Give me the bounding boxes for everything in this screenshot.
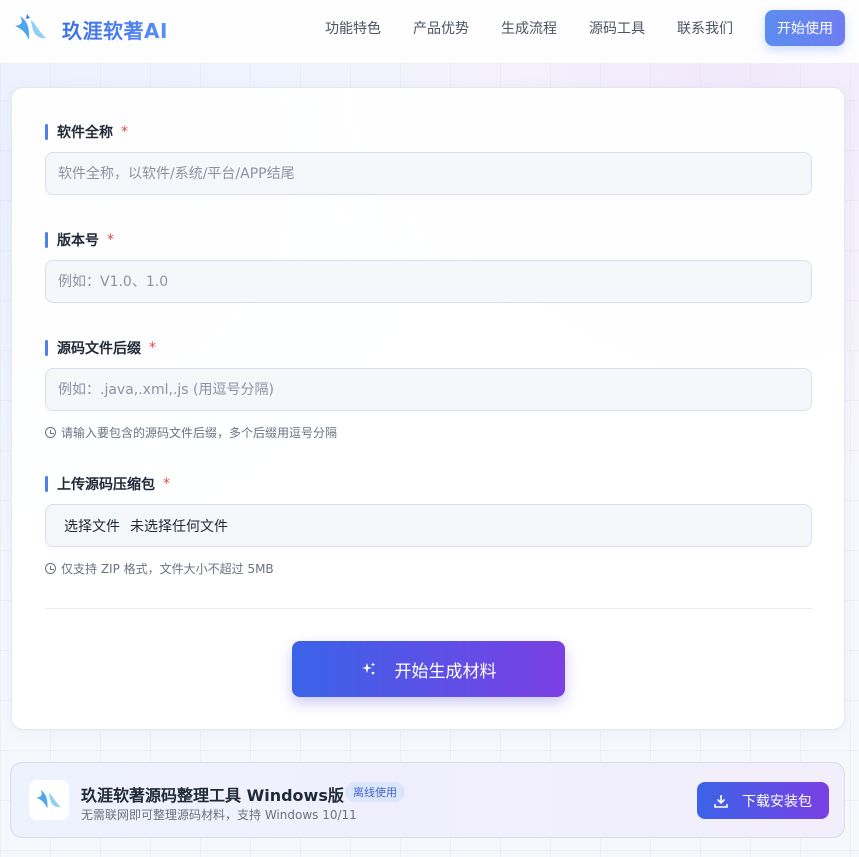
sparkle-icon [361, 662, 375, 675]
suffix-label-text: 源码文件后缀 [57, 341, 141, 357]
file-status: 未选择任何文件 [130, 518, 228, 535]
version-label: 版本号 * [45, 230, 114, 250]
nav-source-tool[interactable]: 源码工具 [589, 18, 645, 38]
generate-button-label: 开始生成材料 [394, 661, 497, 682]
suffix-input[interactable] [45, 368, 812, 411]
download-banner: 玖涯软著源码整理工具 Windows版 离线使用 无需联网即可整理源码材料，支持… [10, 762, 845, 838]
software-name-input[interactable] [45, 152, 812, 195]
upload-label: 上传源码压缩包 * [45, 474, 170, 494]
download-button-label: 下载安装包 [742, 793, 812, 810]
version-input[interactable] [45, 260, 812, 303]
download-icon [714, 794, 728, 808]
generate-button[interactable]: 开始生成材料 [292, 641, 565, 697]
offline-badge: 离线使用 [345, 782, 405, 802]
label-accent-bar [45, 232, 48, 248]
logo-icon [15, 14, 46, 40]
upload-label-text: 上传源码压缩包 [57, 477, 155, 493]
nav-process[interactable]: 生成流程 [501, 18, 557, 38]
software-name-label: 软件全称 * [45, 122, 128, 142]
app-logo [29, 780, 69, 820]
file-upload-input[interactable]: 选择文件 未选择任何文件 [45, 504, 812, 547]
required-mark: * [107, 232, 114, 248]
nav-contact[interactable]: 联系我们 [677, 18, 733, 38]
start-button[interactable]: 开始使用 [765, 10, 845, 46]
label-accent-bar [45, 340, 48, 356]
logo[interactable]: 玖涯软著AI [12, 10, 168, 48]
upload-hint-text: 仅支持 ZIP 格式，文件大小不超过 5MB [61, 562, 274, 576]
required-mark: * [121, 124, 128, 140]
clock-icon [45, 563, 56, 574]
clock-icon [45, 427, 56, 438]
required-mark: * [163, 476, 170, 492]
download-title: 玖涯软著源码整理工具 Windows版 [81, 786, 344, 805]
choose-file-button[interactable]: 选择文件 [64, 516, 120, 536]
brand-name: 玖涯软著AI [62, 15, 168, 44]
suffix-hint: 请输入要包含的源码文件后缀，多个后缀用逗号分隔 [45, 424, 337, 441]
download-button[interactable]: 下载安装包 [697, 782, 829, 819]
software-name-label-text: 软件全称 [57, 125, 113, 141]
nav-features[interactable]: 功能特色 [325, 18, 381, 38]
label-accent-bar [45, 476, 48, 492]
divider [45, 608, 812, 609]
download-subtitle: 无需联网即可整理源码材料，支持 Windows 10/11 [81, 808, 357, 822]
logo-icon [36, 789, 61, 809]
required-mark: * [149, 340, 156, 356]
form-card: 软件全称 * 版本号 * 源码文件后缀 * 请输入要包含的源码文件后缀，多个后缀… [11, 87, 845, 730]
label-accent-bar [45, 124, 48, 140]
top-header: 玖涯软著AI 功能特色 产品优势 生成流程 源码工具 联系我们 开始使用 [0, 0, 859, 64]
suffix-label: 源码文件后缀 * [45, 338, 156, 358]
version-label-text: 版本号 [57, 233, 99, 249]
nav-advantages[interactable]: 产品优势 [413, 18, 469, 38]
suffix-hint-text: 请输入要包含的源码文件后缀，多个后缀用逗号分隔 [61, 426, 338, 440]
upload-hint: 仅支持 ZIP 格式，文件大小不超过 5MB [45, 560, 274, 577]
